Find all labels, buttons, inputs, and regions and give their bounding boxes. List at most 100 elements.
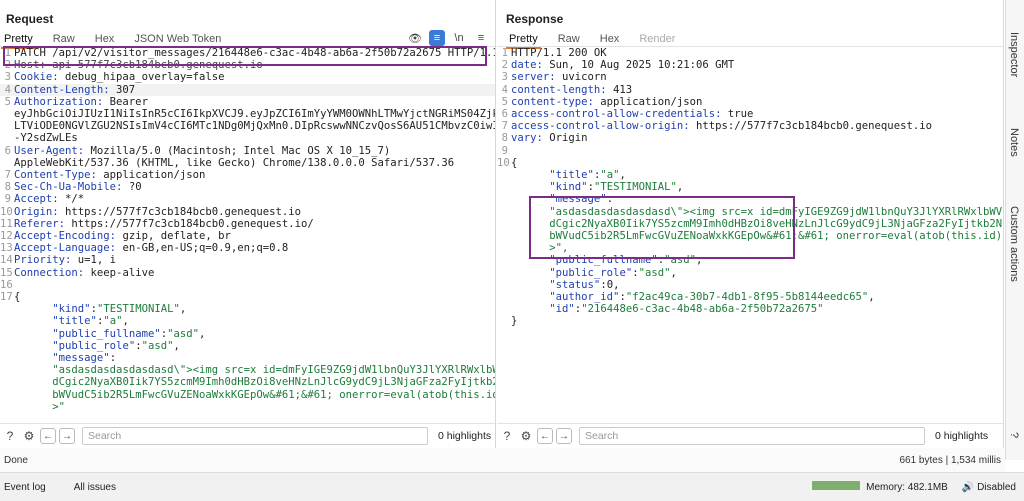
request-header-line: 7 Content-Type: application/json xyxy=(0,169,495,181)
line-number: 3 xyxy=(501,71,508,84)
tab-raw[interactable]: Raw xyxy=(53,33,75,45)
response-body-line: 0 "author_id":"f2ac49ca-30b7-4db1-8f95-5… xyxy=(497,291,1003,303)
tab-hex[interactable]: Hex xyxy=(95,33,115,45)
response-header-line: 4 content-length: 413 xyxy=(497,84,1003,96)
response-json-key: "id" xyxy=(549,303,575,316)
help-icon[interactable]: ? xyxy=(2,428,18,444)
tab-raw[interactable]: Raw xyxy=(558,33,580,45)
line-number: 7 xyxy=(4,169,11,182)
all-issues-link[interactable]: All issues xyxy=(74,482,116,493)
request-body-text: >" xyxy=(52,400,66,413)
response-header-line: 1 HTTP/1.1 200 OK xyxy=(497,47,1003,59)
request-header-value: Bearer xyxy=(103,95,148,108)
request-header-value: u=1, i xyxy=(71,254,117,267)
sidebar-tab-inspector[interactable]: Inspector xyxy=(1008,32,1020,77)
sidebar-tab-custom-actions[interactable]: Custom actions xyxy=(1008,206,1020,282)
tab-hex[interactable]: Hex xyxy=(600,33,620,45)
line-number: 8 xyxy=(4,181,11,194)
request-body-line: 0 "public_fullname":"asd", xyxy=(0,328,495,340)
line-number: 10 xyxy=(497,156,510,169)
response-json-key: "message" xyxy=(549,193,607,206)
line-number: 5 xyxy=(4,95,11,108)
response-line-text: HTTP/1.1 200 OK xyxy=(511,47,607,59)
request-header-value: -Y2sdZwLEs xyxy=(14,132,78,145)
line-number: 11 xyxy=(0,217,13,230)
request-header-name: Accept-Language: xyxy=(14,242,117,255)
response-body-line: 0 "status":0, xyxy=(497,279,1003,291)
response-header-name: access-control-allow-origin: xyxy=(511,120,690,133)
newline-toggle-icon[interactable]: \n xyxy=(451,30,467,46)
memory-bar xyxy=(812,481,861,490)
request-header-line: 2 Host: api-577f7c3cb184bcb0.genequest.io xyxy=(0,59,495,71)
request-header-name: Content-Type: xyxy=(14,169,97,182)
hide-eye-icon[interactable]: 👁 xyxy=(407,30,423,46)
request-line-text: Host: api-577f7c3cb184bcb0.genequest.io xyxy=(14,59,263,72)
line-number: 2 xyxy=(4,59,11,72)
forward-arrow-icon[interactable]: → xyxy=(59,428,75,444)
pretty-format-icon[interactable]: ≡ xyxy=(429,30,445,46)
line-number: 6 xyxy=(501,108,508,121)
line-number: 6 xyxy=(4,144,11,157)
sidebar-tab-notes[interactable]: Notes xyxy=(1008,128,1020,157)
request-header-value: Mozilla/5.0 (Macintosh; Intel Mac OS X 1… xyxy=(84,144,391,157)
request-body-line: 0 "asdasdasdasdasdasd\"><img src=x id=dm… xyxy=(0,364,495,376)
line-number: 2 xyxy=(501,59,508,72)
memory-indicator: Memory: 482.1MB xyxy=(812,481,948,493)
response-header-value: Origin xyxy=(542,132,588,145)
request-header-name: Authorization: xyxy=(14,95,104,108)
tab-render[interactable]: Render xyxy=(639,33,675,45)
back-arrow-icon[interactable]: ← xyxy=(537,428,553,444)
response-highlights-count: 0 highlights xyxy=(935,430,989,442)
response-json-key: "kind" xyxy=(549,181,588,194)
separator: , xyxy=(619,169,626,182)
sidebar-help-icon[interactable]: ? xyxy=(1008,432,1020,438)
tab-pretty[interactable]: Pretty xyxy=(1,33,36,49)
response-header-line: 6 access-control-allow-credentials: true xyxy=(497,108,1003,120)
request-header-name: Connection: xyxy=(14,266,85,279)
settings-gear-icon[interactable]: ⚙ xyxy=(21,428,37,444)
response-header-value: https://577f7c3cb184bcb0.genequest.io xyxy=(689,120,932,133)
request-header-line: 4 Content-Length: 307 xyxy=(0,83,495,96)
tab-pretty[interactable]: Pretty xyxy=(506,33,541,49)
response-editor[interactable]: 1 HTTP/1.1 200 OK 2 date: Sun, 10 Aug 2025 … xyxy=(497,47,1003,423)
colon: : xyxy=(109,352,117,365)
request-header-name: Origin: xyxy=(14,205,59,218)
tab-json-web-token[interactable]: JSON Web Token xyxy=(134,33,221,45)
response-body-text: "asdasdasdasdasdasd\"><img src=x id=dmFy… xyxy=(549,205,1003,218)
response-header-value: true xyxy=(721,108,754,121)
response-header-value: uvicorn xyxy=(555,71,607,84)
back-arrow-icon[interactable]: ← xyxy=(40,428,56,444)
separator: , xyxy=(696,254,703,267)
settings-gear-icon[interactable]: ⚙ xyxy=(518,428,534,444)
request-header-name: User-Agent: xyxy=(14,144,85,157)
request-search-bar: ? ⚙ ← → Search 0 highlights xyxy=(0,423,495,448)
response-header-name: content-length: xyxy=(511,83,607,96)
request-search-input[interactable]: Search xyxy=(82,427,428,445)
response-json-key: "author_id" xyxy=(549,291,620,304)
forward-arrow-icon[interactable]: → xyxy=(556,428,572,444)
request-header-value: */* xyxy=(58,193,85,206)
event-log-link[interactable]: Event log xyxy=(4,482,46,493)
request-body-text: bWVudC5ib2R5LmFwcGVuZENoaWxkKGEpOw&#61;&… xyxy=(52,388,495,401)
request-body-line: 0 "kind":"TESTIMONIAL", xyxy=(0,303,495,315)
request-highlights-count: 0 highlights xyxy=(438,430,492,442)
line-number: 1 xyxy=(4,47,11,59)
request-tools: 👁 ≡ \n ≡ xyxy=(407,30,489,46)
request-editor[interactable]: 1 PATCH /api/v2/visitor_messages/216448e6… xyxy=(0,47,495,423)
request-header-line: 11 Referer: https://577f7c3cb184bcb0.gene… xyxy=(0,218,495,230)
response-json-key: "public_role" xyxy=(549,266,633,279)
request-header-line: 16 xyxy=(0,279,495,291)
request-header-line: 14 Priority: u=1, i xyxy=(0,254,495,266)
response-body-line: 0 "message": xyxy=(497,193,1003,205)
disabled-toggle[interactable]: 🔊 Disabled xyxy=(962,482,1016,493)
response-search-input[interactable]: Search xyxy=(579,427,925,445)
menu-icon[interactable]: ≡ xyxy=(473,30,489,46)
help-icon[interactable]: ? xyxy=(499,428,515,444)
